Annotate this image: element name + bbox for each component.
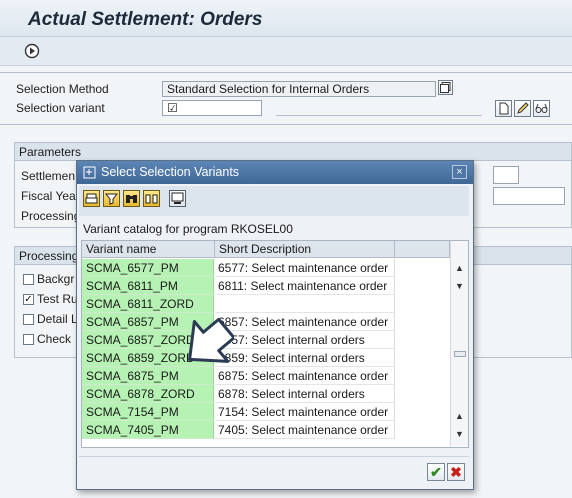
table-row[interactable]: SCMA_7405_PM 7405: Select maintenance ord… <box>82 421 446 439</box>
find-icon[interactable] <box>123 190 140 207</box>
dialog-title: Select Selection Variants <box>101 165 240 179</box>
table-row[interactable]: SCMA_6811_ZORD <box>82 295 446 313</box>
check-checkbox[interactable] <box>23 334 34 345</box>
close-icon[interactable]: × <box>452 165 467 179</box>
ok-button[interactable]: ✔ <box>427 463 445 481</box>
dialog-title-bar: Select Selection Variants × <box>77 161 473 184</box>
check-label: Check <box>37 332 72 346</box>
vertical-scrollbar[interactable]: ▲ ▼ ▲ ▼ <box>450 241 468 446</box>
copy-icon[interactable] <box>438 80 453 95</box>
detail-list-label: Detail L <box>37 312 78 326</box>
column-header-variant-name[interactable]: Variant name <box>82 241 215 258</box>
table-row[interactable]: SCMA_6577_PM 6577: Select maintenance ord… <box>82 259 446 277</box>
background-checkbox[interactable] <box>23 274 34 285</box>
scroll-up-icon[interactable]: ▲ <box>455 411 464 421</box>
dialog-window-icon <box>83 166 96 179</box>
column-header-short-description[interactable]: Short Description <box>215 241 395 258</box>
select-variants-dialog: Select Selection Variants × Variant cata… <box>76 160 474 490</box>
table-row[interactable]: SCMA_6811_PM 6811: Select maintenance ord… <box>82 277 446 295</box>
title-bar: Actual Settlement: Orders <box>0 0 572 37</box>
glasses-icon[interactable] <box>533 100 550 117</box>
printer-icon[interactable] <box>83 190 100 207</box>
settlement-period-field[interactable] <box>493 166 519 184</box>
test-run-checkbox[interactable]: ✓ <box>23 294 34 305</box>
cancel-button[interactable]: ✖ <box>447 463 465 481</box>
table-row[interactable]: SCMA_6857_ZORD 6857: Select internal orde… <box>82 331 446 349</box>
table-row[interactable]: SCMA_7154_PM 7154: Select maintenance ord… <box>82 403 446 421</box>
pencil-icon[interactable] <box>514 100 531 117</box>
page-title: Actual Settlement: Orders <box>28 9 263 30</box>
find-next-icon[interactable] <box>143 190 160 207</box>
scroll-thumb[interactable] <box>454 351 466 357</box>
parameters-header: Parameters <box>15 143 571 161</box>
separator <box>0 72 572 73</box>
filter-icon[interactable] <box>103 190 120 207</box>
new-document-icon[interactable] <box>495 100 512 117</box>
catalog-text: Variant catalog for program RKOSEL00 <box>83 222 293 236</box>
scroll-up-icon[interactable]: ▲ <box>455 263 464 273</box>
monitor-icon[interactable] <box>169 190 186 207</box>
selection-method-field[interactable]: Standard Selection for Internal Orders <box>162 81 436 97</box>
arrow-cursor-icon <box>188 317 234 363</box>
column-header-empty <box>395 241 450 258</box>
variants-table: Variant name Short Description SCMA_6577… <box>81 240 469 448</box>
processing-label: Processing <box>21 209 81 223</box>
scroll-down-icon[interactable]: ▼ <box>455 429 464 439</box>
selection-method-label: Selection Method <box>16 82 109 96</box>
selection-variant-field[interactable]: ☑ <box>162 100 262 116</box>
dialog-footer: ✔ ✖ <box>79 456 469 487</box>
table-row[interactable]: SCMA_6859_ZORD 6859: Select internal orde… <box>82 349 446 367</box>
test-run-label: Test Ru <box>37 292 78 306</box>
field-underline <box>276 115 482 116</box>
dialog-toolbar <box>79 186 469 216</box>
detail-list-checkbox[interactable] <box>23 314 34 325</box>
table-row[interactable]: SCMA_6857_PM 6857: Select maintenance ord… <box>82 313 446 331</box>
settlement-label: Settlemen <box>21 169 76 183</box>
table-row[interactable]: SCMA_6878_ZORD 6878: Select internal orde… <box>82 385 446 403</box>
execute-icon[interactable] <box>24 43 40 59</box>
application-toolbar <box>0 37 572 66</box>
fiscal-year-field[interactable] <box>493 187 565 205</box>
table-row[interactable]: SCMA_6875_PM 6875: Select maintenance ord… <box>82 367 446 385</box>
background-label: Backgr <box>37 272 75 286</box>
scroll-down-icon[interactable]: ▼ <box>455 281 464 291</box>
selection-variant-label: Selection variant <box>16 101 105 115</box>
separator <box>0 124 572 125</box>
fiscal-year-label: Fiscal Yea <box>21 189 76 203</box>
